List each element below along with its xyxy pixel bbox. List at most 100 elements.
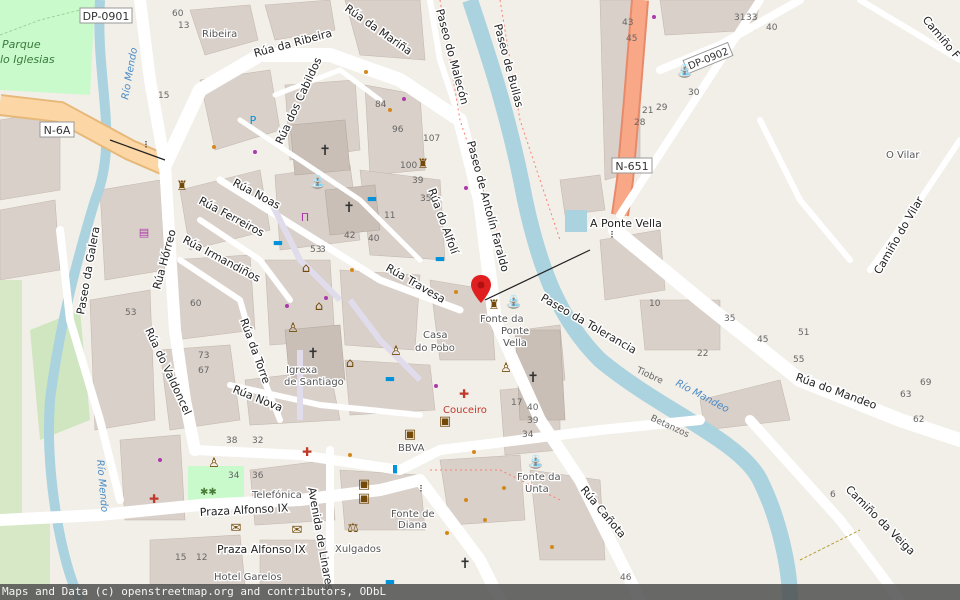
svg-text:11: 11 bbox=[384, 211, 395, 221]
label-igrexa: Igrexa bbox=[286, 365, 317, 376]
svg-text:34: 34 bbox=[522, 430, 534, 440]
svg-text:43: 43 bbox=[622, 18, 633, 28]
label-fonte-unta-2: Unta bbox=[525, 484, 549, 495]
svg-text:6: 6 bbox=[830, 490, 836, 500]
svg-text:45: 45 bbox=[757, 335, 768, 345]
svg-text:10: 10 bbox=[649, 299, 661, 309]
label-fonte-ponte-1: Fonte da bbox=[480, 314, 524, 325]
church-icon: ✝ bbox=[319, 143, 331, 159]
castle-icon: ♜ bbox=[176, 179, 188, 194]
label-ribeira: Ribeira bbox=[202, 29, 237, 40]
svg-text:15: 15 bbox=[158, 91, 169, 101]
bed-icon: ▬ bbox=[385, 372, 395, 385]
bed-icon: ▬ bbox=[273, 236, 283, 249]
monument-icon: ♙ bbox=[208, 456, 220, 471]
bank-icon: ▣ bbox=[358, 477, 370, 492]
label-do-pobo: do Pobo bbox=[415, 343, 455, 354]
courthouse-icon: ⚖ bbox=[347, 521, 359, 536]
label-fonte-ponte-3: Vella bbox=[503, 338, 527, 349]
traffic-light-icon: ⁝ bbox=[419, 482, 423, 495]
label-fonte-diana-2: Diana bbox=[398, 520, 427, 531]
svg-text:46: 46 bbox=[620, 573, 632, 583]
fountain-icon: ⛲ bbox=[310, 174, 326, 190]
museum-icon: ⌂ bbox=[346, 356, 354, 371]
svg-text:60: 60 bbox=[172, 9, 184, 19]
label-hotel: Hotel Garelos bbox=[214, 572, 282, 583]
location-pin-icon[interactable] bbox=[471, 275, 491, 303]
traffic-light-icon: ⁝ bbox=[144, 138, 148, 151]
svg-text:22: 22 bbox=[697, 349, 708, 359]
bed-icon: ▬ bbox=[367, 192, 377, 205]
svg-text:N-6A: N-6A bbox=[44, 124, 71, 137]
church-icon: ✝ bbox=[527, 370, 539, 386]
post-icon: ✉ bbox=[292, 523, 303, 538]
svg-text:DP-0901: DP-0901 bbox=[83, 10, 130, 23]
pharmacy-icon: ✚ bbox=[149, 492, 159, 506]
svg-text:34: 34 bbox=[228, 471, 240, 481]
monument-icon: ♙ bbox=[500, 361, 512, 376]
shop-icon: ▤ bbox=[139, 226, 149, 239]
svg-text:96: 96 bbox=[392, 125, 404, 135]
svg-text:107: 107 bbox=[423, 134, 440, 144]
label-xulgados: Xulgados bbox=[335, 544, 381, 555]
svg-text:N-651: N-651 bbox=[615, 160, 648, 173]
svg-text:12: 12 bbox=[196, 553, 207, 563]
bus-icon: ▮ bbox=[392, 462, 398, 475]
label-a-ponte-vella: A Ponte Vella bbox=[590, 217, 662, 230]
street-alfonso-2: Praza Alfonso IX bbox=[217, 543, 306, 556]
svg-text:73: 73 bbox=[198, 351, 209, 361]
monument-icon: ♙ bbox=[287, 321, 299, 336]
svg-text:63: 63 bbox=[900, 390, 911, 400]
fountain-icon: ⛲ bbox=[506, 294, 522, 310]
svg-text:40: 40 bbox=[766, 23, 778, 33]
svg-text:15: 15 bbox=[175, 553, 186, 563]
svg-text:39: 39 bbox=[527, 416, 539, 426]
svg-text:38: 38 bbox=[226, 436, 238, 446]
svg-text:84: 84 bbox=[375, 100, 387, 110]
fountain-icon: ⛲ bbox=[528, 454, 544, 470]
castle-icon: ♜ bbox=[417, 157, 429, 172]
bank-icon: ▣ bbox=[358, 491, 370, 506]
svg-text:51: 51 bbox=[798, 328, 809, 338]
bank-icon: ▣ bbox=[439, 414, 451, 429]
map-canvas[interactable]: DP-0901 N-6A N-651 DP-0902 Parque lo Igl… bbox=[0, 0, 960, 600]
church-icon: ✝ bbox=[459, 556, 471, 572]
svg-text:45: 45 bbox=[626, 34, 637, 44]
label-fonte-unta-1: Fonte da bbox=[517, 472, 561, 483]
svg-text:36: 36 bbox=[252, 471, 264, 481]
label-santiago: de Santiago bbox=[284, 377, 344, 388]
shield-dp0901: DP-0901 bbox=[79, 7, 133, 24]
svg-text:42: 42 bbox=[344, 231, 355, 241]
svg-text:35: 35 bbox=[724, 314, 735, 324]
church-icon: ✝ bbox=[307, 346, 319, 362]
svg-text:33: 33 bbox=[746, 13, 757, 23]
svg-text:60: 60 bbox=[190, 299, 202, 309]
svg-text:62: 62 bbox=[913, 415, 924, 425]
label-telefonica: Telefónica bbox=[251, 489, 302, 501]
pharmacy-icon: ✚ bbox=[302, 445, 312, 459]
traffic-light-icon: ⁝ bbox=[610, 228, 614, 241]
church-icon: ✝ bbox=[343, 200, 355, 216]
post-icon: ✉ bbox=[231, 521, 242, 536]
label-fonte-diana-1: Fonte de bbox=[391, 509, 435, 520]
svg-text:31: 31 bbox=[734, 13, 745, 23]
svg-text:53: 53 bbox=[125, 308, 136, 318]
museum-icon: ⌂ bbox=[315, 299, 323, 314]
label-casa: Casa bbox=[423, 330, 447, 341]
shield-n6a: N-6A bbox=[39, 121, 75, 138]
svg-text:32: 32 bbox=[252, 436, 263, 446]
museum-icon: ⌂ bbox=[302, 261, 310, 276]
svg-text:39: 39 bbox=[412, 176, 424, 186]
shield-n651: N-651 bbox=[611, 157, 653, 174]
svg-text:67: 67 bbox=[198, 366, 209, 376]
pharmacy-icon: ✚ bbox=[459, 387, 469, 401]
monument-icon: ♙ bbox=[390, 344, 402, 359]
svg-text:3: 3 bbox=[320, 245, 326, 255]
label-fonte-ponte-2: Ponte bbox=[501, 326, 529, 337]
svg-text:69: 69 bbox=[920, 378, 932, 388]
label-o-vilar: O Vilar bbox=[886, 150, 920, 161]
svg-text:17: 17 bbox=[511, 398, 522, 408]
bank-icon: ▣ bbox=[404, 427, 416, 442]
svg-text:55: 55 bbox=[793, 355, 804, 365]
svg-text:35: 35 bbox=[420, 194, 431, 204]
